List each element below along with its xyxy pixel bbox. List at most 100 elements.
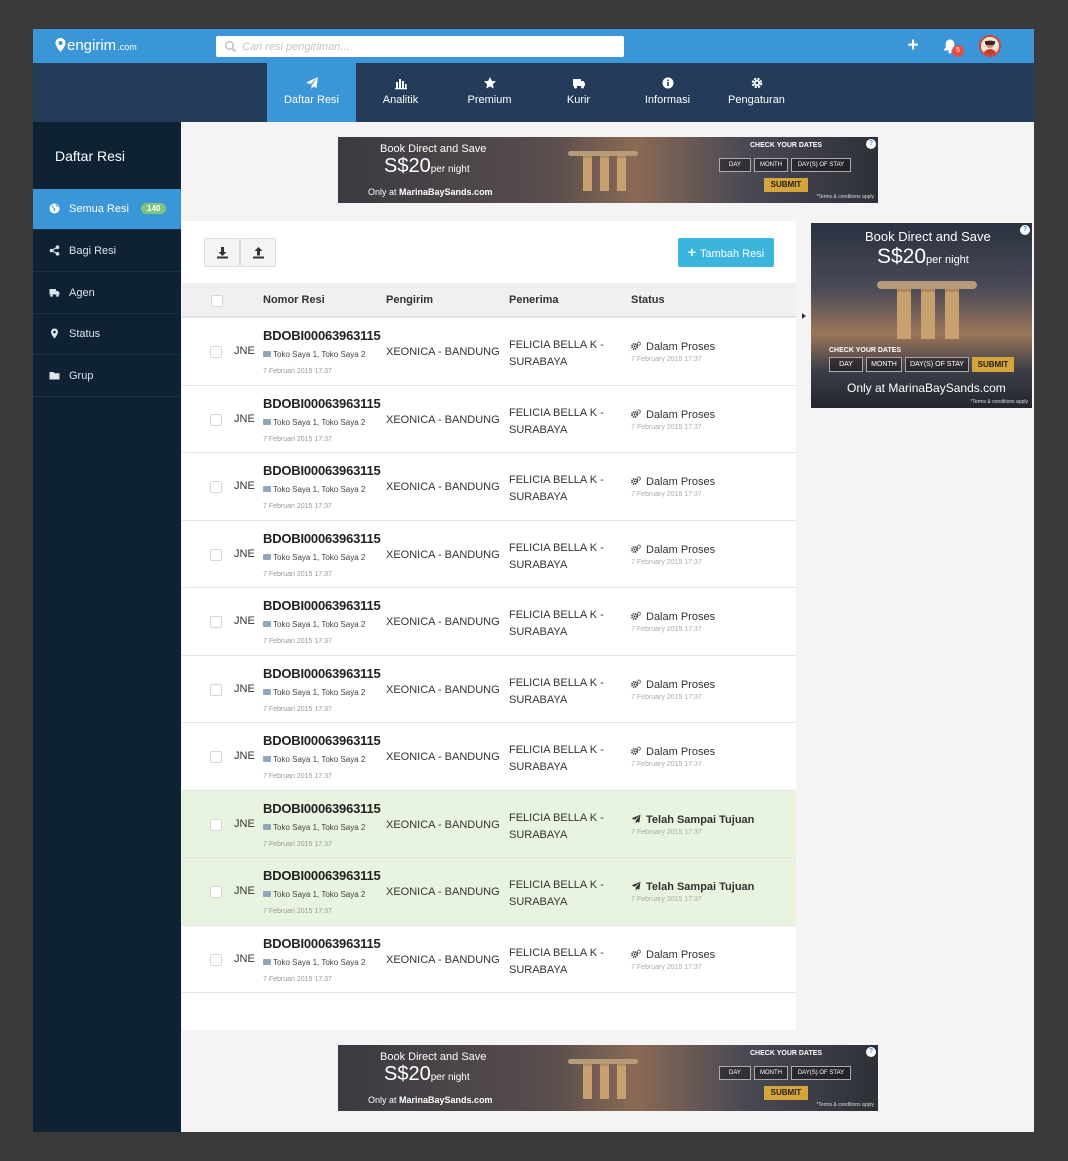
row-checkbox[interactable] [210,818,222,831]
nomor-resi[interactable]: BDOBI00063963115 [263,666,381,681]
nav-label: Informasi [644,94,691,106]
table-row[interactable]: JNE BDOBI00063963115 Toko Saya 1, Toko Say… [182,723,796,791]
sidebar-item-semua-resi[interactable]: Semua Resi 140 [33,189,181,230]
nomor-resi[interactable]: BDOBI00063963115 [263,801,381,816]
nomor-resi[interactable]: BDOBI00063963115 [263,531,381,546]
kurir-label: JNE [234,750,255,762]
row-checkbox[interactable] [210,953,222,966]
folder-icon [263,486,271,492]
nomor-resi[interactable]: BDOBI00063963115 [263,936,381,951]
download-button[interactable] [204,238,240,267]
status-date: 7 February 2015 17:37 [631,491,702,498]
toko-text: Toko Saya 1, Toko Saya 2 [273,755,366,764]
status-cell: Dalam Proses [631,543,715,556]
resi-date: 7 Februari 2015 17:37 [263,368,332,375]
ad-info-icon[interactable]: ? [1020,225,1030,235]
ad-month-select[interactable]: MONTH [754,158,788,172]
globe-icon [49,203,60,214]
nav-daftar-resi[interactable]: Daftar Resi [267,63,356,122]
nomor-resi[interactable]: BDOBI00063963115 [263,598,381,613]
nomor-resi[interactable]: BDOBI00063963115 [263,396,381,411]
sidebar-item-bagi-resi[interactable]: Bagi Resi [33,231,181,272]
ad-month-select[interactable]: MONTH [754,1066,788,1080]
nav-premium[interactable]: Premium [445,63,534,122]
kurir-label: JNE [234,682,255,695]
header-pengirim[interactable]: Pengirim [386,294,433,306]
table-row[interactable]: JNE BDOBI00063963115 Toko Saya 1, Toko Say… [182,453,796,521]
status-date: 7 February 2015 17:37 [631,423,702,431]
row-checkbox[interactable] [210,886,222,898]
row-checkbox[interactable] [210,346,222,358]
table-row[interactable]: JNE BDOBI00063963115 Toko Saya 1, Toko Say… [182,385,796,453]
cogs-icon [631,678,641,688]
cogs-icon [631,611,641,620]
table-row[interactable]: JNE BDOBI00063963115 Toko Saya 1, Toko Say… [182,520,796,588]
search-input[interactable] [242,38,612,55]
status-cell: Dalam Proses [631,610,715,623]
sidebar-item-grup[interactable]: Grup [33,356,181,397]
nomor-resi[interactable]: BDOBI00063963115 [263,868,381,883]
row-checkbox[interactable] [210,751,222,763]
nomor-resi[interactable]: BDOBI00063963115 [263,463,381,478]
nomor-resi[interactable]: BDOBI00063963115 [263,328,381,343]
ad-submit-button[interactable]: SUBMIT [764,178,808,192]
table-row[interactable]: JNE BDOBI00063963115 Toko Saya 1, Toko Say… [182,790,796,858]
penerima-name: FELICIA BELLA K - [509,541,604,554]
row-checkbox[interactable] [210,413,222,426]
ad-day-select[interactable]: DAY [719,158,751,172]
logo[interactable]: engirim .com [55,36,137,54]
folder-icon [263,553,271,560]
sidebar-item-label: Agen [69,287,95,299]
table-row[interactable]: JNE BDOBI00063963115 Toko Saya 1, Toko Say… [182,318,796,386]
penerima-name: FELICIA BELLA K - [509,406,604,419]
ad-price: S$20per night [877,245,969,269]
send-icon [631,814,641,823]
table-row[interactable]: JNE BDOBI00063963115 Toko Saya 1, Toko Say… [182,655,796,723]
sidebar-item-agen[interactable]: Agen [33,273,181,314]
scroll-arrow-icon[interactable] [802,313,806,319]
ad-day-select[interactable]: DAY [829,357,863,372]
ad-banner-side[interactable]: Book Direct and Save S$20per night CHECK… [811,223,1032,408]
ad-info-icon[interactable]: ? [866,139,876,149]
ad-stay-select[interactable]: DAY(S) OF STAY [905,357,969,372]
toko-text: Toko Saya 1, Toko Saya 2 [273,890,366,899]
upload-button[interactable] [240,238,276,267]
ad-banner-bottom[interactable]: Book Direct and Save S$20per night Only … [338,1045,878,1111]
add-resi-button[interactable]: + Tambah Resi [678,238,774,267]
send-icon [305,77,318,89]
ad-submit-button[interactable]: SUBMIT [972,357,1014,372]
penerima-name: FELICIA BELLA K - [509,946,604,959]
header-nomor-resi[interactable]: Nomor Resi [263,294,325,306]
table-row[interactable]: JNE BDOBI00063963115 Toko Saya 1, Toko Say… [182,858,796,926]
nav-pengaturan[interactable]: Pengaturan [712,63,801,122]
nav-kurir[interactable]: Kurir [534,63,623,122]
nomor-resi[interactable]: BDOBI00063963115 [263,733,381,748]
row-checkbox[interactable] [210,616,222,628]
pengirim-cell: XEONICA - BANDUNG [386,818,500,831]
status-cell: Dalam Proses [631,745,715,758]
folder-icon [263,418,271,425]
sidebar-item-status[interactable]: Status [33,314,181,355]
table-row[interactable]: JNE BDOBI00063963115 Toko Saya 1, Toko Say… [182,925,796,993]
ad-stay-select[interactable]: DAY(S) OF STAY [791,1066,851,1080]
nav-analitik[interactable]: Analitik [356,63,445,122]
row-checkbox[interactable] [210,548,222,561]
row-checkbox[interactable] [210,481,222,493]
ad-info-icon[interactable]: ? [866,1047,876,1057]
header-penerima[interactable]: Penerima [509,294,559,306]
table-row[interactable]: JNE BDOBI00063963115 Toko Saya 1, Toko Say… [182,588,796,656]
penerima-city: SURABAYA [509,356,568,368]
ad-stay-select[interactable]: DAY(S) OF STAY [791,158,851,172]
penerima-city: SURABAYA [509,558,568,571]
row-checkbox[interactable] [210,683,222,696]
ad-month-select[interactable]: MONTH [866,357,902,372]
ad-submit-button[interactable]: SUBMIT [764,1086,808,1100]
penerima-cell: FELICIA BELLA K - SURABAYA [509,742,609,776]
select-all-checkbox[interactable] [211,295,223,307]
header-status[interactable]: Status [631,294,665,306]
ad-banner-top[interactable]: Book Direct and Save S$20per night Only … [338,137,878,203]
nav-informasi[interactable]: Informasi [623,63,712,122]
ad-day-select[interactable]: DAY [719,1066,751,1080]
plus-icon[interactable]: + [905,36,921,55]
avatar[interactable] [979,35,1001,57]
